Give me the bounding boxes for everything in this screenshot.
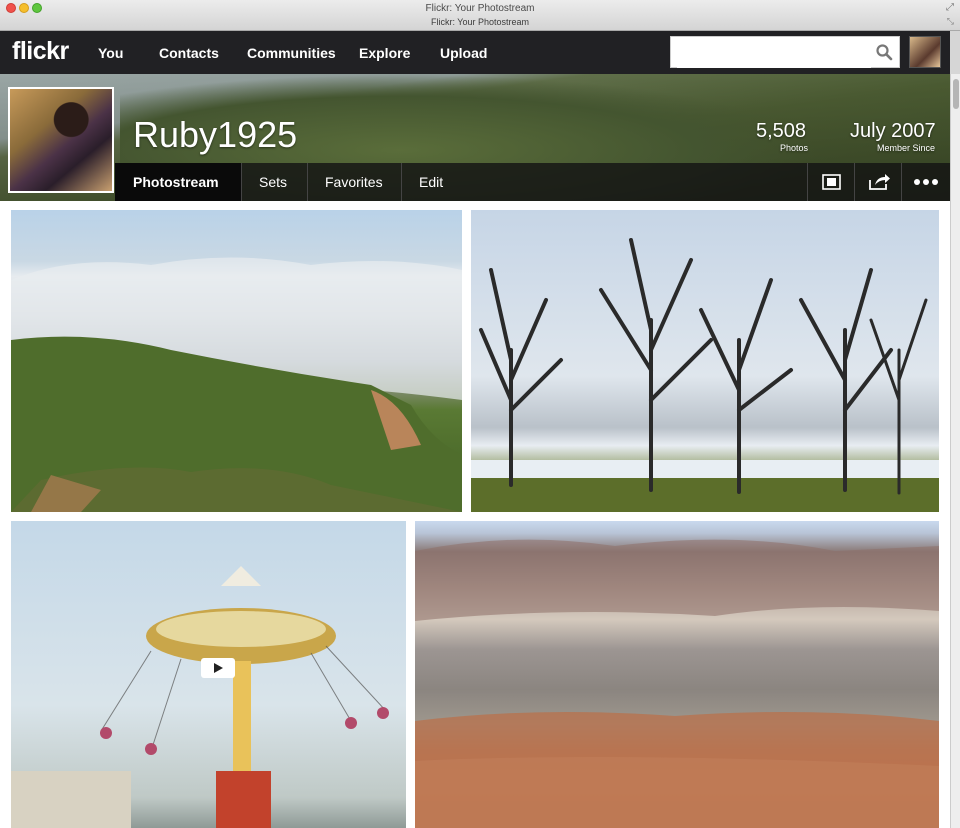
profile-subnav: Photostream Sets Favorites Edit xyxy=(115,163,950,201)
tab-photostream[interactable]: Photostream xyxy=(115,163,242,201)
flickr-logo[interactable]: flickr xyxy=(12,37,69,66)
photo-desert-badlands[interactable] xyxy=(415,521,939,828)
slideshow-icon xyxy=(822,174,841,190)
page-scrollbar[interactable] xyxy=(950,74,960,828)
member-since-date: July 2007 xyxy=(850,120,936,142)
photo-swing-carousel-video[interactable] xyxy=(11,521,406,828)
search-input[interactable] xyxy=(677,38,871,68)
nav-communities[interactable]: Communities xyxy=(247,45,336,61)
tab-sets[interactable]: Sets xyxy=(242,163,308,201)
photo-bare-trees[interactable] xyxy=(471,210,939,512)
more-icon xyxy=(914,179,938,185)
browser-tab-title[interactable]: Flickr: Your Photostream xyxy=(0,17,960,27)
more-button[interactable] xyxy=(901,163,948,201)
nav-explore[interactable]: Explore xyxy=(359,45,410,61)
profile-avatar[interactable] xyxy=(8,87,114,193)
user-avatar[interactable] xyxy=(909,36,941,68)
search-icon[interactable] xyxy=(875,43,893,61)
photos-label: Photos xyxy=(780,143,809,153)
member-since-label: Member Since xyxy=(877,143,936,153)
photostream-grid xyxy=(0,201,950,828)
share-button[interactable] xyxy=(854,163,901,201)
window-titlebar: Flickr: Your Photostream Flickr: Your Ph… xyxy=(0,0,960,31)
window-title: Flickr: Your Photostream xyxy=(425,3,535,14)
photo-coastal-hillside[interactable] xyxy=(11,210,462,512)
tab-close-icon[interactable]: ⤡ xyxy=(947,16,954,27)
fullscreen-icon[interactable]: ⤢ xyxy=(946,2,954,13)
scrollbar-thumb[interactable] xyxy=(953,79,959,109)
nav-you[interactable]: You xyxy=(98,45,123,61)
video-play-icon[interactable] xyxy=(201,658,235,678)
tab-favorites[interactable]: Favorites xyxy=(308,163,402,201)
share-icon xyxy=(869,174,890,190)
nav-upload[interactable]: Upload xyxy=(440,45,487,61)
profile-banner: Ruby1925 5,508 Photos July 2007 Member S… xyxy=(0,74,950,201)
nav-contacts[interactable]: Contacts xyxy=(159,45,219,61)
top-navbar: flickr You Contacts Communities Explore … xyxy=(0,31,950,74)
tab-edit[interactable]: Edit xyxy=(402,163,462,201)
photos-count: 5,508 xyxy=(756,120,807,142)
profile-username: Ruby1925 xyxy=(133,114,298,155)
search-box xyxy=(670,36,900,68)
slideshow-button[interactable] xyxy=(807,163,854,201)
